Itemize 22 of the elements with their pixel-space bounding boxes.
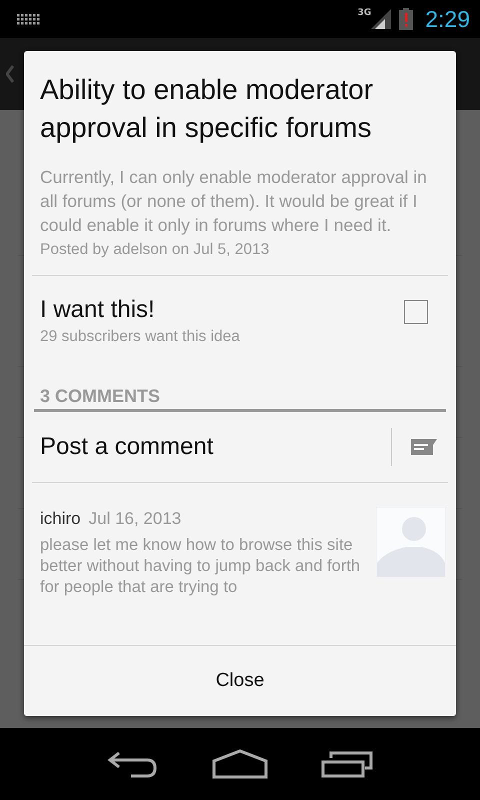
recent-apps-icon[interactable]: [321, 750, 374, 778]
subscriber-count: 29 subscribers want this idea: [40, 328, 241, 346]
network-type: 3G: [358, 8, 372, 18]
back-icon[interactable]: [106, 750, 159, 778]
battery-alert-icon: [399, 8, 414, 30]
clock-time: 2:29: [425, 6, 470, 32]
want-checkbox[interactable]: [404, 300, 428, 324]
comment-text: please let me know how to browse this site better without having to jump back and forth for people that are trying to: [40, 535, 362, 598]
posted-info: Posted by adelson on Jul 5, 2013: [39, 240, 270, 260]
dialog-title: Ability to enable moderator approval in specific forums: [39, 73, 374, 145]
comments-header: 3 COMMENTS: [39, 385, 162, 408]
post-comment-label[interactable]: Post a comment: [40, 433, 391, 461]
signal-icon: [371, 9, 392, 29]
keyboard-icon: [16, 13, 40, 25]
avatar-icon: [376, 507, 446, 577]
want-label: I want this!: [40, 296, 156, 324]
comment-date: Jul 16, 2013: [88, 509, 182, 529]
close-button[interactable]: Close: [24, 645, 456, 716]
comment-author: ichiro: [40, 509, 81, 529]
idea-description: Currently, I can only enable moderator approval in all forums (or none of them). It would be great if I could enable it only in forums where I need it.: [39, 166, 428, 237]
back-chevron-icon: [6, 65, 14, 83]
home-icon[interactable]: [212, 749, 268, 779]
